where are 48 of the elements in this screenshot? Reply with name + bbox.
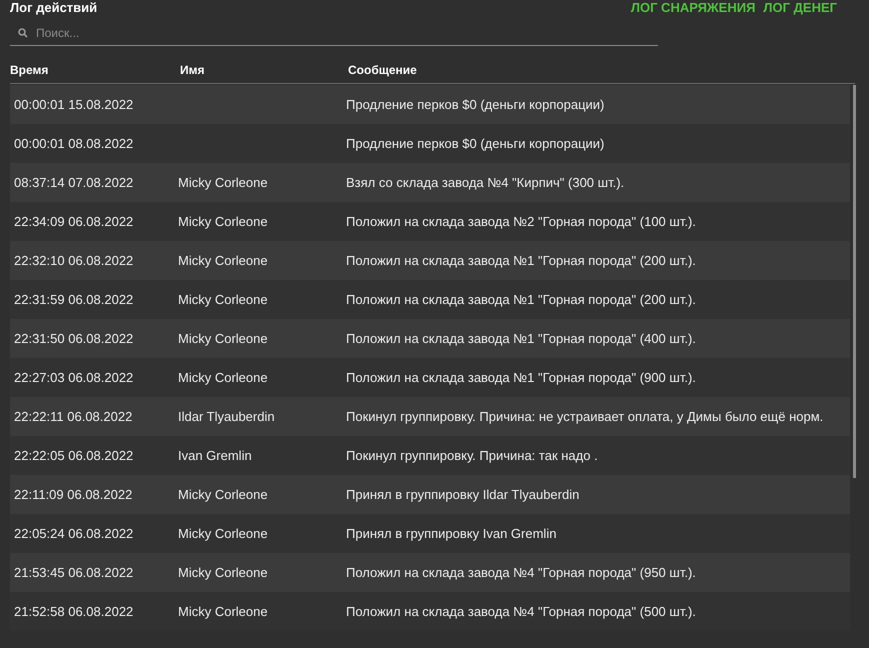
message-cell-text: Положил на склада завода №4 "Горная порода" (500 шт.). bbox=[346, 603, 697, 620]
name-cell: Micky Corleone bbox=[178, 564, 268, 580]
name-cell: Micky Corleone bbox=[178, 330, 268, 346]
time-cell-text: 22:22:11 06.08.2022 bbox=[13, 408, 134, 426]
message-cell-text: Взял со склада завода №4 "Кирпич" (300 шт.). bbox=[346, 174, 626, 191]
message-cell-text: Принял в группировку Ivan Gremlin bbox=[346, 525, 558, 542]
name-cell: Micky Corleone bbox=[178, 526, 268, 541]
time-cell-text: 00:00:01 15.08.2022 bbox=[13, 96, 134, 114]
message-cell-text: Положил на склада завода №4 "Горная порода" (950 шт.). bbox=[346, 564, 697, 581]
message-cell-text: Покинул группировку. Причина: не устраивает оплата, у Димы было ещё норм. bbox=[346, 408, 824, 425]
message-cell-text: Положил на склада завода №1 "Горная порода" (200 шт.). bbox=[346, 291, 697, 308]
time-cell-text: 21:53:45 06.08.2022 bbox=[13, 564, 134, 582]
name-cell: Micky Corleone bbox=[178, 252, 268, 268]
name-cell: Micky Corleone bbox=[178, 604, 268, 619]
time-cell-text: 22:31:59 06.08.2022 bbox=[13, 290, 134, 309]
message-cell-text: Положил на склада завода №2 "Горная порода" (100 шт.). bbox=[346, 213, 697, 230]
time-cell-text: 22:27:03 06.08.2022 bbox=[13, 368, 134, 387]
name-cell: Ivan Gremlin bbox=[178, 448, 252, 463]
time-cell-text: 00:00:01 08.08.2022 bbox=[13, 134, 134, 153]
message-cell-text: Продление перков $0 (деньги корпорации) bbox=[346, 135, 606, 152]
message-cell-text: Положил на склада завода №1 "Горная порода" (900 шт.). bbox=[346, 369, 697, 386]
name-cell: Micky Corleone bbox=[178, 370, 268, 385]
column-header: Имя bbox=[180, 62, 206, 79]
name-cell: Micky Corleone bbox=[178, 214, 268, 229]
time-cell-text: 22:22:05 06.08.2022 bbox=[13, 446, 134, 465]
column-header: Время bbox=[10, 62, 50, 79]
time-cell-text: 22:32:10 06.08.2022 bbox=[13, 252, 134, 270]
log-tab[interactable]: ЛОГ ДЕНЕГ bbox=[763, 0, 837, 16]
name-cell: Ildar Tlyauberdin bbox=[178, 408, 275, 424]
message-cell-text: Положил на склада завода №1 "Горная порода" (400 шт.). bbox=[346, 330, 697, 347]
log-tab[interactable]: ЛОГ СНАРЯЖЕНИЯ bbox=[630, 0, 756, 16]
time-cell-text: 08:37:14 07.08.2022 bbox=[13, 174, 134, 192]
name-cell: Micky Corleone bbox=[178, 292, 268, 307]
name-cell: Micky Corleone bbox=[178, 486, 268, 502]
time-cell-text: 22:11:09 06.08.2022 bbox=[13, 486, 134, 504]
time-cell-text: 22:05:24 06.08.2022 bbox=[13, 524, 134, 543]
name-cell: Micky Corleone bbox=[178, 174, 268, 190]
message-cell-text: Покинул группировку. Причина: так надо . bbox=[346, 447, 599, 464]
search-icon bbox=[18, 28, 28, 38]
time-cell-text: 22:31:50 06.08.2022 bbox=[13, 330, 134, 348]
message-cell-text: Принял в группировку Ildar Tlyauberdin bbox=[346, 486, 580, 503]
time-cell-text: 22:34:09 06.08.2022 bbox=[13, 212, 134, 231]
time-cell-text: 21:52:58 06.08.2022 bbox=[13, 602, 134, 621]
message-cell-text: Положил на склада завода №1 "Горная порода" (200 шт.). bbox=[346, 252, 697, 269]
search-field[interactable]: Поиск... bbox=[10, 20, 658, 46]
panel-title: Лог действий bbox=[10, 0, 98, 16]
message-cell-text: Продление перков $0 (деньги корпорации) bbox=[346, 96, 606, 113]
column-header: Сообщение bbox=[348, 62, 417, 79]
